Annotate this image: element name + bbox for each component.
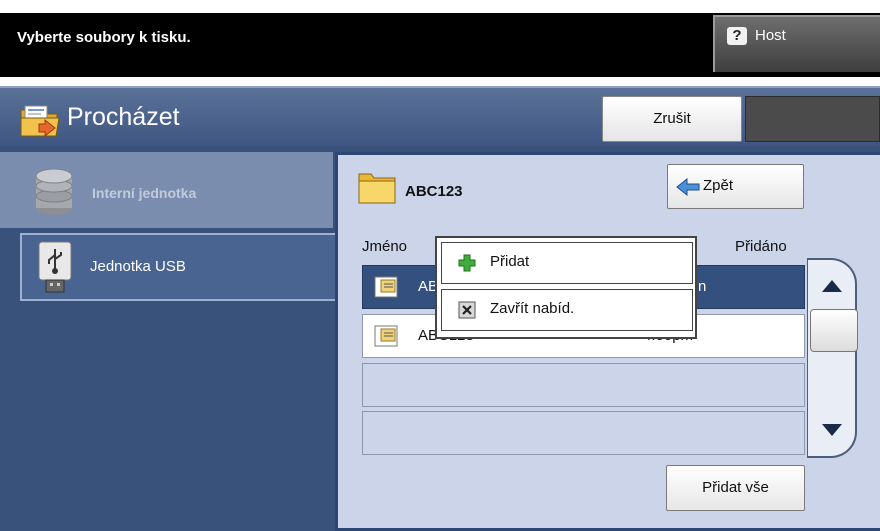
add-all-button[interactable]: Přidat vše xyxy=(666,465,805,511)
cancel-button[interactable]: Zrušit xyxy=(602,96,742,142)
document-icon xyxy=(374,276,398,298)
column-header-name: Jméno xyxy=(362,238,408,255)
menu-item-add-label: Přidat xyxy=(490,253,530,270)
empty-row xyxy=(362,411,805,455)
page-title: Procházet xyxy=(67,103,180,131)
context-menu: Přidat Zavřít nabíd. xyxy=(435,236,697,339)
question-icon: ? xyxy=(727,27,747,45)
file-added-time: n xyxy=(698,278,707,295)
header-dark-button[interactable] xyxy=(745,96,880,142)
instruction-text: Vyberte soubory k tisku. xyxy=(17,29,191,46)
menu-item-add[interactable]: Přidat xyxy=(441,242,693,284)
current-folder-name: ABC123 xyxy=(405,183,463,200)
back-button[interactable]: Zpět xyxy=(667,164,804,209)
host-label: Host xyxy=(755,27,786,44)
back-arrow-icon xyxy=(676,178,700,196)
scroll-thumb[interactable] xyxy=(810,309,858,352)
menu-item-close-menu-label: Zavřít nabíd. xyxy=(490,300,575,317)
usb-drive-icon xyxy=(38,241,72,293)
folder-browse-icon xyxy=(20,105,60,138)
document-icon xyxy=(374,325,398,347)
back-button-label: Zpět xyxy=(703,177,734,194)
close-icon xyxy=(458,301,476,319)
menu-item-close-menu[interactable]: Zavřít nabíd. xyxy=(441,289,693,331)
host-button[interactable]: ? Host xyxy=(713,15,880,72)
nav-item-usb-drive-label: Jednotka USB xyxy=(90,258,186,275)
plus-icon xyxy=(458,254,476,272)
empty-row xyxy=(362,363,805,407)
scroll-up-button[interactable] xyxy=(808,262,856,308)
folder-icon xyxy=(358,173,396,204)
column-header-added: Přidáno xyxy=(735,238,787,255)
scroll-down-button[interactable] xyxy=(808,408,856,454)
hard-drive-icon xyxy=(35,168,73,215)
nav-item-internal-drive-label: Interní jednotka xyxy=(92,185,197,201)
